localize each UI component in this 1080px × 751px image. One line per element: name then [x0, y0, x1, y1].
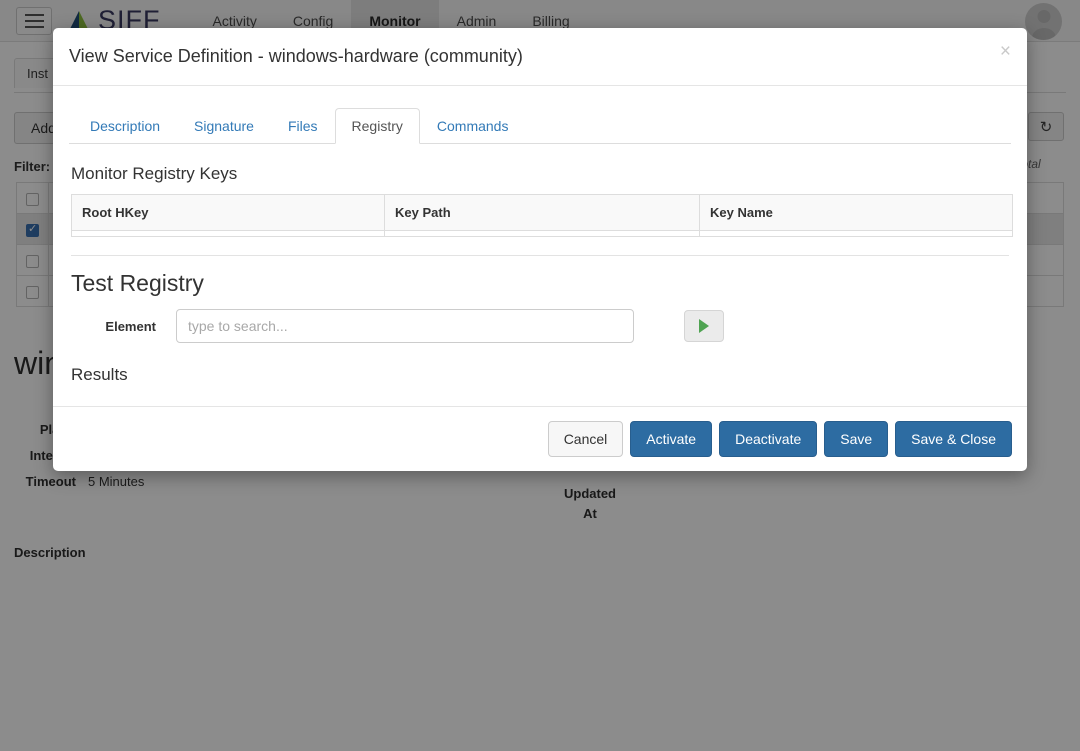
- column-header-key-name[interactable]: Key Name: [699, 194, 1013, 231]
- modal-body: Description Signature Files Registry Com…: [53, 86, 1027, 406]
- save-button[interactable]: Save: [824, 421, 889, 457]
- tab-description[interactable]: Description: [73, 108, 177, 144]
- tab-files[interactable]: Files: [271, 108, 335, 144]
- results-title: Results: [71, 365, 128, 384]
- table-header-row: Root HKey Key Path Key Name: [71, 194, 1013, 231]
- table-empty-row: [71, 230, 1013, 237]
- empty-cell: [71, 230, 385, 237]
- element-form-row: Element: [71, 309, 1011, 343]
- deactivate-button[interactable]: Deactivate: [719, 421, 818, 457]
- tab-registry[interactable]: Registry: [334, 108, 420, 144]
- modal-title: View Service Definition - windows-hardwa…: [69, 46, 523, 66]
- play-icon: [699, 319, 709, 333]
- test-registry-title: Test Registry: [71, 270, 204, 296]
- registry-section-title: Monitor Registry Keys: [71, 164, 238, 183]
- service-definition-modal: View Service Definition - windows-hardwa…: [53, 28, 1027, 471]
- section-divider: [71, 255, 1009, 256]
- modal-footer: Cancel Activate Deactivate Save Save & C…: [53, 406, 1027, 471]
- search-input[interactable]: [176, 309, 634, 343]
- registry-table-body: [71, 230, 1013, 237]
- save-and-close-button[interactable]: Save & Close: [895, 421, 1012, 457]
- tab-signature[interactable]: Signature: [177, 108, 271, 144]
- empty-cell: [699, 230, 1013, 237]
- column-header-key-path[interactable]: Key Path: [384, 194, 700, 231]
- cancel-button[interactable]: Cancel: [547, 421, 624, 457]
- empty-cell: [384, 230, 700, 237]
- tab-commands[interactable]: Commands: [420, 108, 526, 144]
- monitor-registry-keys-table: Root HKey Key Path Key Name: [71, 194, 1013, 237]
- modal-header: View Service Definition - windows-hardwa…: [53, 28, 1027, 86]
- run-test-button[interactable]: [684, 310, 724, 342]
- modal-tabs: Description Signature Files Registry Com…: [69, 108, 1011, 144]
- activate-button[interactable]: Activate: [630, 421, 713, 457]
- column-header-root-hkey[interactable]: Root HKey: [71, 194, 385, 231]
- element-label: Element: [105, 318, 156, 334]
- close-icon[interactable]: ×: [1000, 42, 1011, 61]
